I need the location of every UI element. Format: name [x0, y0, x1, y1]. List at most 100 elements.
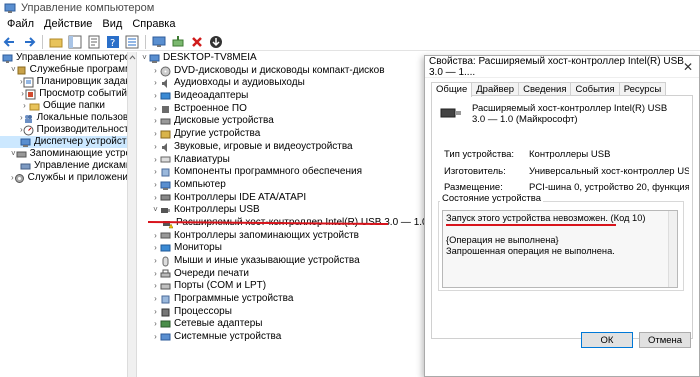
- tab-details[interactable]: Сведения: [518, 82, 572, 96]
- tree-item[interactable]: ›Планировщик заданий: [0, 76, 127, 88]
- tab-events[interactable]: События: [570, 82, 620, 96]
- chevron-right-icon[interactable]: ›: [151, 331, 160, 343]
- tree-item[interactable]: ›Локальные пользовате: [0, 112, 127, 124]
- tree-item[interactable]: ˅ DESKTOP-TV8MEIA: [138, 52, 428, 65]
- download-icon[interactable]: [208, 34, 224, 50]
- tree-item[interactable]: Управление компьютером (л: [0, 52, 127, 64]
- chevron-right-icon[interactable]: ›: [151, 230, 160, 242]
- chevron-right-icon[interactable]: ›: [151, 65, 160, 77]
- tree-item[interactable]: › Компьютер: [138, 179, 428, 192]
- menu-bar: Файл Действие Вид Справка: [0, 17, 700, 31]
- device-status-text[interactable]: Запуск этого устройства невозможен. (Код…: [442, 210, 678, 288]
- tree-item[interactable]: › Контроллеры запоминающих устройств: [138, 230, 428, 243]
- prop-label: Тип устройства:: [444, 149, 515, 160]
- chevron-right-icon[interactable]: ›: [151, 179, 160, 191]
- chevron-right-icon[interactable]: ›: [151, 293, 160, 305]
- forward-arrow-icon[interactable]: [21, 34, 37, 50]
- scroll-up-icon[interactable]: [129, 54, 136, 61]
- tree-item[interactable]: › Программные устройства: [138, 293, 428, 306]
- cancel-button[interactable]: Отмена: [639, 332, 691, 348]
- tree-item[interactable]: › Системные устройства: [138, 331, 428, 344]
- tree-item[interactable]: Диспетчер устройств: [0, 136, 127, 148]
- chevron-down-icon[interactable]: ˅: [140, 52, 149, 64]
- menu-action[interactable]: Действие: [39, 18, 97, 30]
- services-icon: [14, 173, 25, 184]
- menu-view[interactable]: Вид: [97, 18, 127, 30]
- chevron-right-icon[interactable]: ›: [151, 78, 160, 90]
- tree-item[interactable]: › Компоненты программного обеспечения: [138, 166, 428, 179]
- chevron-right-icon[interactable]: ›: [151, 281, 160, 293]
- chevron-right-icon[interactable]: ›: [151, 154, 160, 166]
- tree-item-label: Локальные пользовате: [36, 112, 128, 123]
- chevron-right-icon[interactable]: ›: [151, 103, 160, 115]
- view-list-icon[interactable]: [124, 34, 140, 50]
- console-tree-scrollbar[interactable]: [128, 52, 137, 377]
- tree-item[interactable]: › Порты (COM и LPT): [138, 280, 428, 293]
- tree-item[interactable]: Управление дисками: [0, 160, 127, 172]
- tree-item[interactable]: › Другие устройства: [138, 128, 428, 141]
- dialog-tabs: Общие Драйвер Сведения События Ресурсы: [431, 82, 667, 97]
- chevron-right-icon[interactable]: ›: [151, 243, 160, 255]
- up-folder-icon[interactable]: [48, 34, 64, 50]
- monitor-icon[interactable]: [151, 34, 167, 50]
- tree-item[interactable]: › DVD-дисководы и дисководы компакт-диско…: [138, 65, 428, 78]
- prop-row-location: Размещение: PCI-шина 0, устройство 20, ф…: [444, 182, 689, 193]
- monitor-icon: [160, 243, 171, 254]
- ok-button[interactable]: ОК: [581, 332, 633, 348]
- tree-item[interactable]: › Очереди печати: [138, 268, 428, 281]
- chevron-right-icon[interactable]: ›: [151, 167, 160, 179]
- svg-text:?: ?: [110, 38, 115, 49]
- chevron-right-icon[interactable]: ›: [151, 128, 160, 140]
- chevron-right-icon[interactable]: ›: [151, 319, 160, 331]
- tree-item[interactable]: › Дисковые устройства: [138, 115, 428, 128]
- tree-item[interactable]: › Сетевые адаптеры: [138, 318, 428, 331]
- chevron-right-icon[interactable]: ›: [20, 100, 29, 112]
- sound-icon: [160, 142, 171, 153]
- tree-item[interactable]: › Службы и приложения: [0, 172, 127, 184]
- tree-item[interactable]: ˅Запоминающие устройств: [0, 148, 127, 160]
- update-driver-icon[interactable]: [170, 34, 186, 50]
- back-arrow-icon[interactable]: [2, 34, 18, 50]
- close-icon[interactable]: ✕: [683, 60, 693, 74]
- tree-item[interactable]: › Производительность: [0, 124, 127, 136]
- tab-resources[interactable]: Ресурсы: [618, 82, 667, 96]
- tree-item[interactable]: › Процессоры: [138, 306, 428, 319]
- uninstall-x-icon[interactable]: [189, 34, 205, 50]
- window-title: Управление компьютером: [21, 2, 155, 14]
- chevron-right-icon[interactable]: ›: [151, 192, 160, 204]
- chevron-right-icon[interactable]: ›: [151, 90, 160, 102]
- show-hide-tree-icon[interactable]: [67, 34, 83, 50]
- chevron-right-icon[interactable]: ›: [151, 306, 160, 318]
- tab-general[interactable]: Общие: [431, 82, 473, 97]
- display-icon: [160, 91, 171, 102]
- tree-item-label: DESKTOP-TV8MEIA: [163, 52, 257, 63]
- help-icon[interactable]: ?: [105, 34, 121, 50]
- tree-item[interactable]: › Звуковые, игровые и видеоустройства: [138, 141, 428, 154]
- chevron-right-icon[interactable]: ›: [151, 255, 160, 267]
- chevron-down-icon[interactable]: ˅: [151, 205, 160, 217]
- tree-item[interactable]: › Просмотр событий: [0, 88, 127, 100]
- tree-item-label: Сетевые адаптеры: [174, 318, 263, 330]
- properties-icon[interactable]: [86, 34, 102, 50]
- tree-item[interactable]: › Мониторы: [138, 242, 428, 255]
- tree-item[interactable]: ˅Служебные программы: [0, 64, 127, 76]
- tree-item[interactable]: › Встроенное ПО: [138, 103, 428, 116]
- tree-item[interactable]: ˅ Контроллеры USB: [138, 204, 428, 217]
- usb-controller-icon: [440, 105, 462, 121]
- chevron-right-icon[interactable]: ›: [151, 116, 160, 128]
- tree-item[interactable]: › Клавиатуры: [138, 154, 428, 167]
- tree-item[interactable]: › Аудиовходы и аудиовыходы: [138, 77, 428, 90]
- computer-management-icon: [2, 53, 13, 64]
- menu-file[interactable]: Файл: [2, 18, 39, 30]
- tree-item[interactable]: › Видеоадаптеры: [138, 90, 428, 103]
- status-underline: [446, 224, 616, 226]
- tab-driver[interactable]: Драйвер: [471, 82, 520, 96]
- tree-item[interactable]: › Мыши и иные указывающие устройства: [138, 255, 428, 268]
- storage-ctrl-icon: [160, 230, 171, 241]
- status-scrollbar[interactable]: [668, 211, 677, 287]
- tree-item[interactable]: › Контроллеры IDE ATA/ATAPI: [138, 192, 428, 205]
- chevron-right-icon[interactable]: ›: [151, 141, 160, 153]
- menu-help[interactable]: Справка: [127, 18, 180, 30]
- chevron-right-icon[interactable]: ›: [151, 268, 160, 280]
- tree-item[interactable]: › Общие папки: [0, 100, 127, 112]
